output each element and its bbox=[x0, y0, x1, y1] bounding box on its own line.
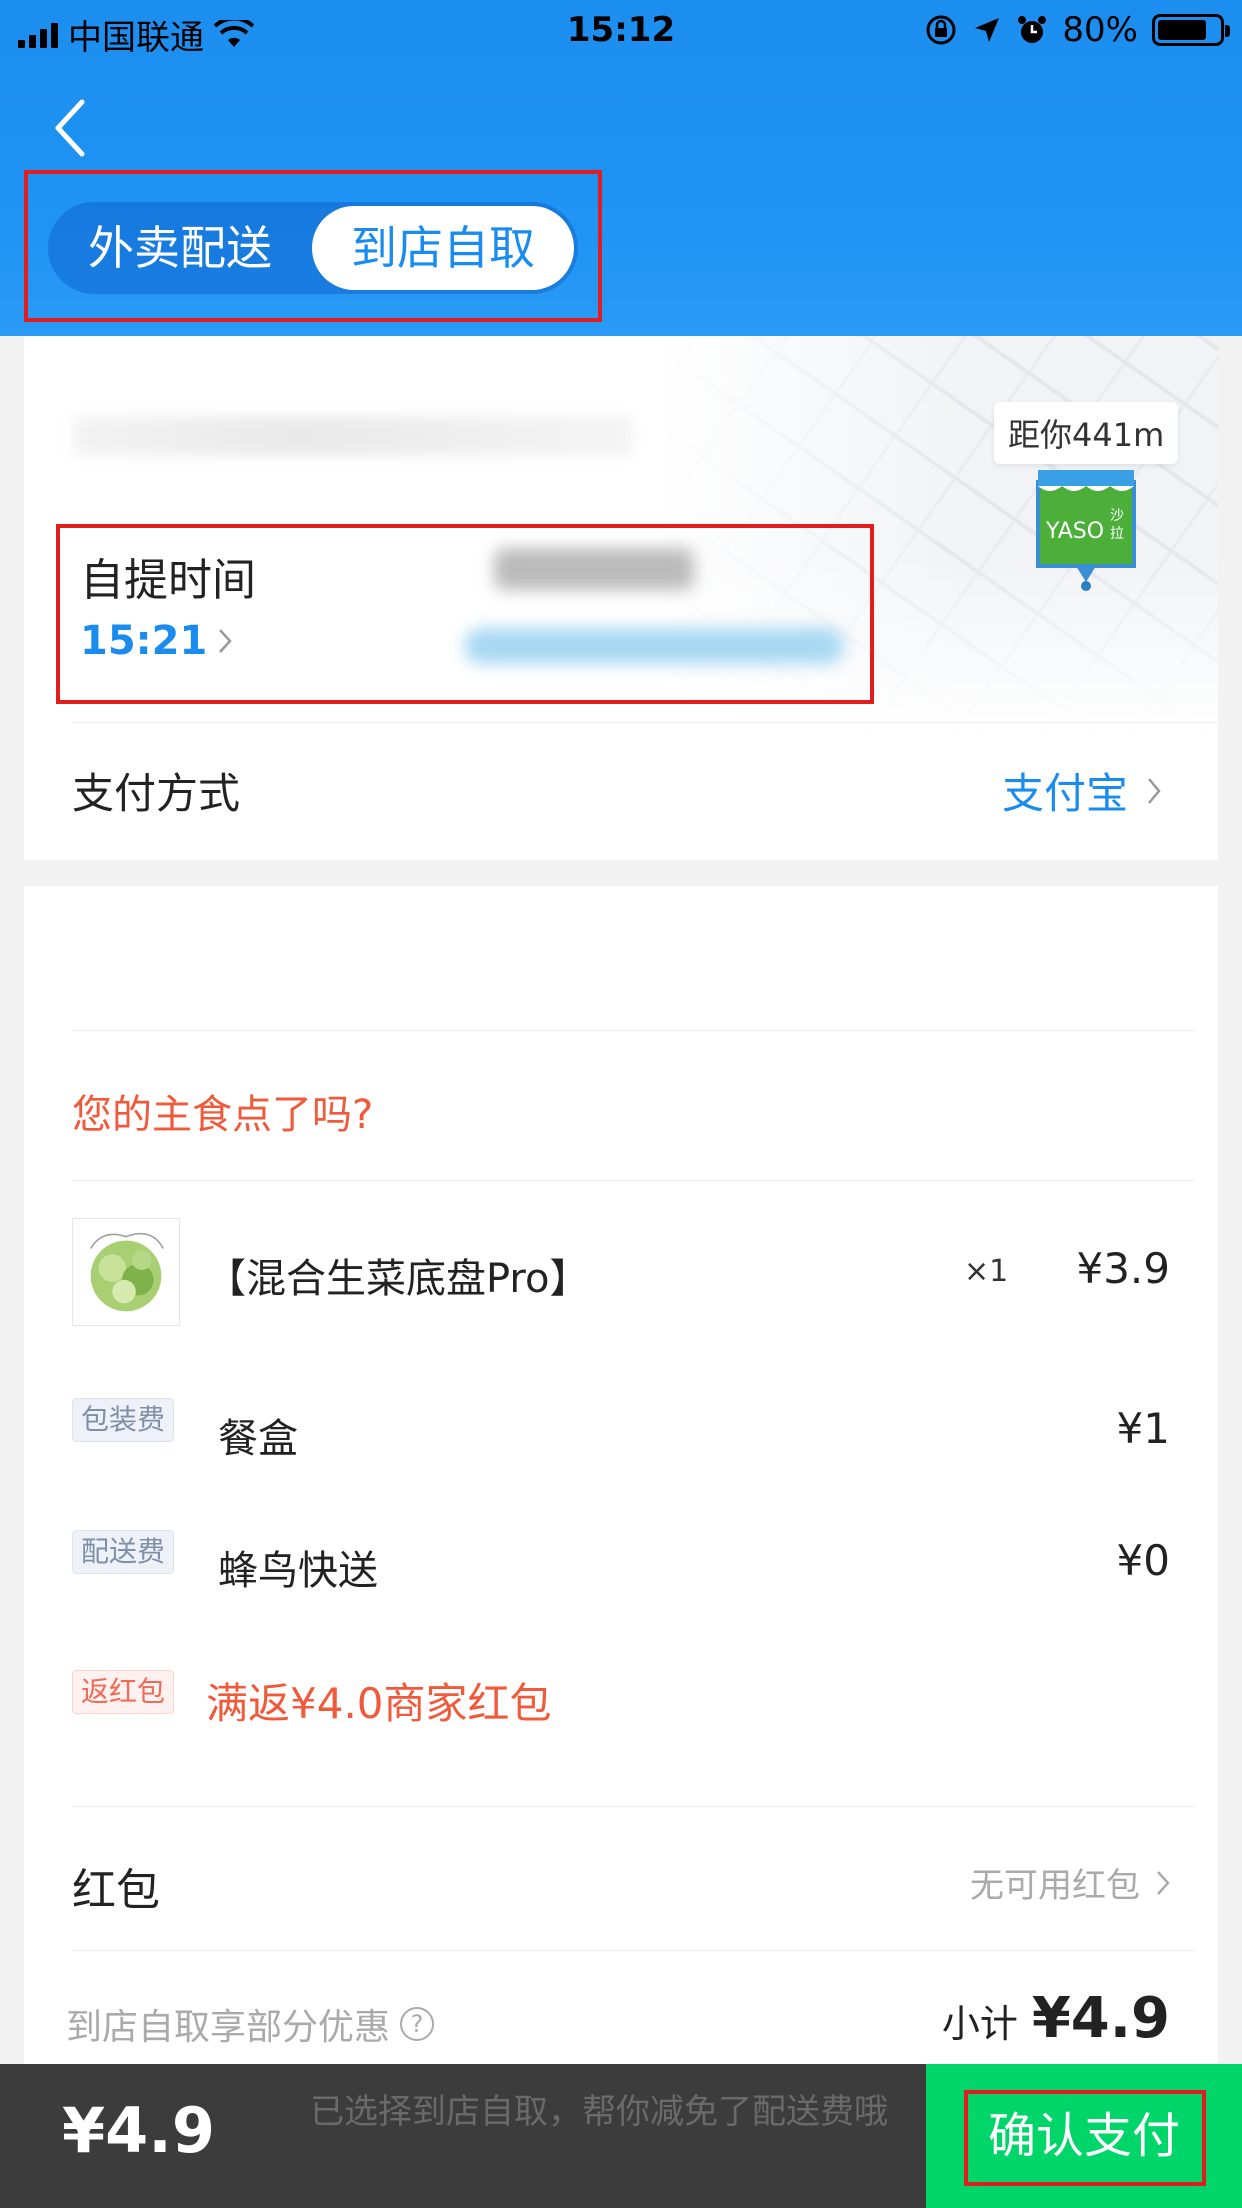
pickup-info-card: 距你441m YASO 沙 拉 自提时间 15:21 支付方式 支付宝 bbox=[24, 336, 1218, 860]
svg-text:沙: 沙 bbox=[1110, 508, 1124, 524]
chevron-right-icon bbox=[219, 629, 233, 653]
divider bbox=[72, 1950, 1194, 1951]
pickup-time-label: 自提时间 bbox=[80, 555, 256, 606]
battery-percent: 80% bbox=[1062, 10, 1138, 50]
rebate-text: 满返¥4.0商家红包 bbox=[206, 1679, 552, 1728]
svg-text:YASO: YASO bbox=[1045, 519, 1104, 544]
chevron-right-icon bbox=[1157, 1870, 1170, 1895]
packaging-fee-price: ¥1 bbox=[1116, 1404, 1170, 1453]
pickup-promo-text: 到店自取享部分优惠 bbox=[66, 2007, 391, 2048]
distance-badge: 距你441m bbox=[994, 402, 1179, 464]
payment-method-selector[interactable]: 支付宝 bbox=[1002, 760, 1162, 821]
rotation-lock-icon bbox=[926, 15, 956, 45]
subtotal-value: ¥4.9 bbox=[1031, 1986, 1170, 2051]
contact-name-redacted bbox=[494, 548, 694, 590]
pickup-time-value: 15:21 bbox=[80, 618, 208, 664]
payment-method-value: 支付宝 bbox=[1001, 769, 1128, 818]
delivery-fee-waived-hint: 已选择到店自取，帮你减免了配送费哦 bbox=[310, 2092, 888, 2132]
item-thumbnail bbox=[72, 1218, 180, 1326]
red-packet-selector[interactable]: 无可用红包 bbox=[970, 1858, 1170, 1907]
red-packet-value: 无可用红包 bbox=[970, 1866, 1140, 1906]
pickup-promo-note[interactable]: 到店自取享部分优惠 ? bbox=[66, 1998, 435, 2050]
location-icon bbox=[975, 18, 1000, 42]
rebate-tag: 返红包 bbox=[72, 1670, 175, 1714]
item-price: ¥3.9 bbox=[1076, 1244, 1170, 1293]
subtotal-label: 小计 bbox=[941, 2002, 1018, 2046]
order-detail-card: 您的主食点了吗? 【混合生菜底盘Pro】 ×1 ¥3.9 包装费 餐盒 ¥1 配… bbox=[24, 886, 1218, 2066]
red-packet-label: 红包 bbox=[72, 1865, 160, 1916]
store-address-redacted bbox=[74, 416, 634, 456]
packaging-fee-name: 餐盒 bbox=[218, 1416, 298, 1462]
delivery-fee-price: ¥0 bbox=[1116, 1536, 1170, 1585]
mode-toggle: 外卖配送 到店自取 bbox=[48, 202, 578, 294]
store-logo-pin[interactable]: YASO 沙 拉 bbox=[1034, 462, 1138, 592]
alarm-icon bbox=[1018, 16, 1047, 43]
tab-pickup[interactable]: 到店自取 bbox=[312, 206, 574, 290]
subtotal: 小计 ¥4.9 bbox=[942, 1986, 1170, 2051]
help-icon[interactable]: ? bbox=[400, 2007, 435, 2041]
divider bbox=[72, 1180, 1194, 1181]
tab-delivery[interactable]: 外卖配送 bbox=[56, 202, 304, 294]
divider bbox=[72, 1806, 1194, 1807]
delivery-fee-tag: 配送费 bbox=[72, 1530, 175, 1574]
divider bbox=[72, 722, 1218, 723]
chevron-right-icon bbox=[1148, 777, 1161, 804]
packaging-fee-tag: 包装费 bbox=[72, 1398, 175, 1442]
divider bbox=[72, 1030, 1194, 1031]
item-quantity: ×1 bbox=[964, 1254, 1009, 1289]
confirm-button-highlight bbox=[964, 2090, 1206, 2186]
staple-food-prompt[interactable]: 您的主食点了吗? bbox=[72, 1082, 373, 1140]
contact-phone-redacted bbox=[464, 628, 844, 664]
payment-method-label: 支付方式 bbox=[72, 769, 241, 818]
svg-text:拉: 拉 bbox=[1110, 526, 1124, 542]
pickup-time-selector[interactable]: 15:21 bbox=[80, 618, 233, 664]
delivery-fee-name: 蜂鸟快送 bbox=[218, 1548, 378, 1594]
battery-icon bbox=[1152, 14, 1230, 46]
status-bar: 中国联通 15:12 80% bbox=[0, 0, 1242, 64]
item-name: 【混合生菜底盘Pro】 bbox=[206, 1256, 590, 1302]
total-price: ¥4.9 bbox=[62, 2094, 215, 2167]
back-icon[interactable] bbox=[48, 96, 96, 160]
